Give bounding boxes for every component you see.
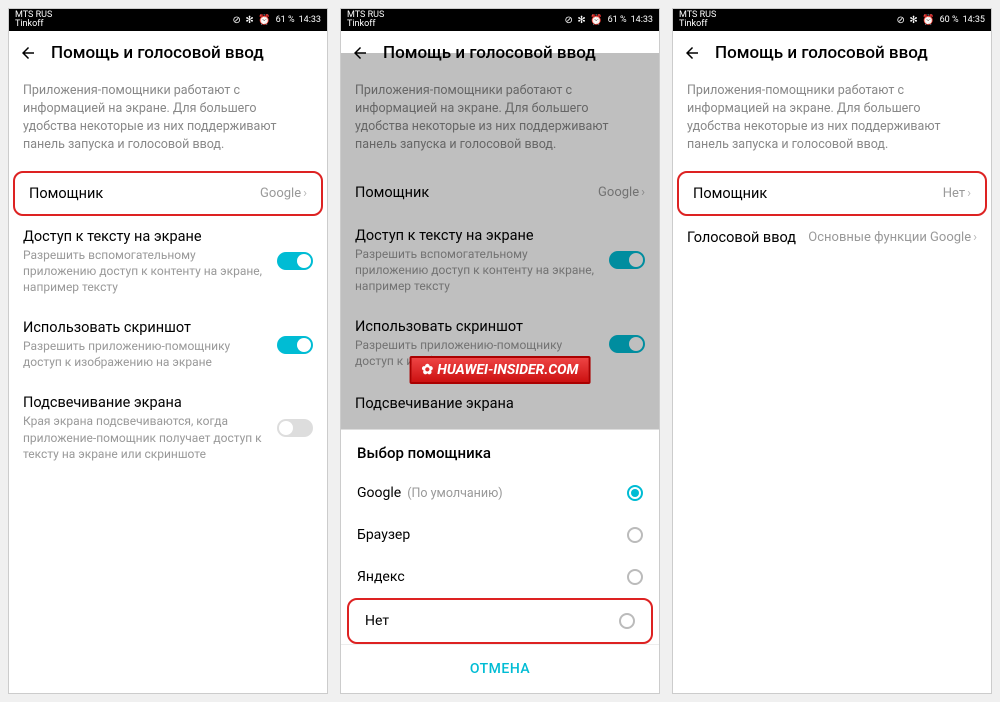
row-text-access-sub: Разрешить вспомогательному приложению до… [23,247,269,296]
watermark-badge: HUAWEI-INSIDER.COM [410,356,591,384]
page-title: Помощь и голосовой ввод [715,43,928,63]
option-none[interactable]: Нет [347,598,653,644]
row-assistant-value: Нет [943,186,965,201]
toggle-screenshot[interactable] [609,335,645,353]
status-time: 14:35 [963,15,985,25]
row-text-access-label: Доступ к тексту на экране [23,228,269,245]
row-screenshot-label: Использовать скриншот [355,318,601,335]
status-time: 14:33 [631,15,653,25]
row-screenshot-sub: Разрешить приложению-помощнику доступ к … [23,338,269,370]
row-highlight[interactable]: Подсвечивание экрана [341,381,659,425]
back-icon[interactable] [683,44,701,62]
toggle-text-access[interactable] [277,252,313,270]
page-title: Помощь и голосовой ввод [51,43,264,63]
toggle-text-access[interactable] [609,251,645,269]
page-description: Приложения-помощники работают с информац… [9,76,327,171]
toggle-screenshot[interactable] [277,336,313,354]
row-assistant[interactable]: Помощник Google › [13,171,323,216]
row-screenshot[interactable]: Использовать скриншот Разрешить приложен… [9,307,327,382]
row-assistant-label: Помощник [355,184,590,201]
row-voice-input-value: Основные функции Google [808,230,971,245]
sheet-cancel-button[interactable]: ОТМЕНА [341,644,659,693]
carrier-2: Tinkoff [347,20,384,29]
row-assistant-value: Google [598,185,639,200]
row-highlight-label: Подсвечивание экрана [355,395,637,412]
status-time: 14:33 [299,15,321,25]
page-title: Помощь и голосовой ввод [383,43,596,63]
radio-none[interactable] [619,613,635,629]
row-voice-input-label: Голосовой ввод [687,229,800,246]
phone-screenshot-2: MTS RUS Tinkoff ⊘ ✻ ⏰ 61 % 14:33 Помощь … [340,8,660,694]
option-browser[interactable]: Браузер [341,514,659,556]
row-highlight[interactable]: Подсвечивание экрана Края экрана подсвеч… [9,382,327,474]
option-google[interactable]: Google (По умолчанию) [341,472,659,514]
row-assistant[interactable]: Помощник Нет › [677,171,987,216]
chevron-right-icon: › [967,186,971,201]
row-assistant-value: Google [260,186,301,201]
chevron-right-icon: › [641,185,645,200]
row-voice-input[interactable]: Голосовой ввод Основные функции Google › [673,216,991,260]
page-description: Приложения-помощники работают с информац… [341,76,659,171]
option-yandex-label: Яндекс [357,569,405,585]
row-highlight-label: Подсвечивание экрана [23,394,269,411]
page-header: Помощь и голосовой ввод [341,31,659,76]
chevron-right-icon: › [973,230,977,245]
status-icons: ⊘ ✻ ⏰ [564,15,603,26]
battery-pct: 61 % [276,15,295,25]
radio-yandex[interactable] [627,569,643,585]
row-highlight-sub: Края экрана подсвечиваются, когда прилож… [23,413,269,462]
option-none-label: Нет [365,613,389,629]
status-icons: ⊘ ✻ ⏰ [232,15,271,26]
status-bar: MTS RUS Tinkoff ⊘ ✻ ⏰ 61 % 14:33 [9,9,327,31]
battery-pct: 60 % [940,15,959,25]
status-bar: MTS RUS Tinkoff ⊘ ✻ ⏰ 61 % 14:33 [341,9,659,31]
back-icon[interactable] [19,44,37,62]
option-yandex[interactable]: Яндекс [341,556,659,598]
chevron-right-icon: › [303,186,307,201]
phone-screenshot-1: MTS RUS Tinkoff ⊘ ✻ ⏰ 61 % 14:33 Помощь … [8,8,328,694]
row-text-access-label: Доступ к тексту на экране [355,227,601,244]
page-description: Приложения-помощники работают с информац… [673,76,991,171]
carrier-2: Tinkoff [679,20,716,29]
radio-browser[interactable] [627,527,643,543]
phone-screenshot-3: MTS RUS Tinkoff ⊘ ✻ ⏰ 60 % 14:35 Помощь … [672,8,992,694]
toggle-highlight[interactable] [277,419,313,437]
assistant-picker-sheet: Выбор помощника Google (По умолчанию) Бр… [341,429,659,693]
row-text-access[interactable]: Доступ к тексту на экране Разрешить вспо… [9,216,327,308]
page-header: Помощь и голосовой ввод [673,31,991,76]
row-screenshot-label: Использовать скриншот [23,319,269,336]
radio-google[interactable] [627,485,643,501]
row-assistant[interactable]: Помощник Google › [341,171,659,215]
row-text-access-sub: Разрешить вспомогательному приложению до… [355,246,601,295]
sheet-title: Выбор помощника [341,430,659,472]
status-icons: ⊘ ✻ ⏰ [896,15,935,26]
carrier-2: Tinkoff [15,20,52,29]
battery-pct: 61 % [608,15,627,25]
page-header: Помощь и голосовой ввод [9,31,327,76]
option-google-label: Google [357,485,401,501]
option-default-tag: (По умолчанию) [407,486,502,501]
status-bar: MTS RUS Tinkoff ⊘ ✻ ⏰ 60 % 14:35 [673,9,991,31]
option-browser-label: Браузер [357,527,410,543]
row-assistant-label: Помощник [693,185,935,202]
row-assistant-label: Помощник [29,185,252,202]
row-text-access[interactable]: Доступ к тексту на экране Разрешить вспо… [341,215,659,307]
back-icon[interactable] [351,44,369,62]
